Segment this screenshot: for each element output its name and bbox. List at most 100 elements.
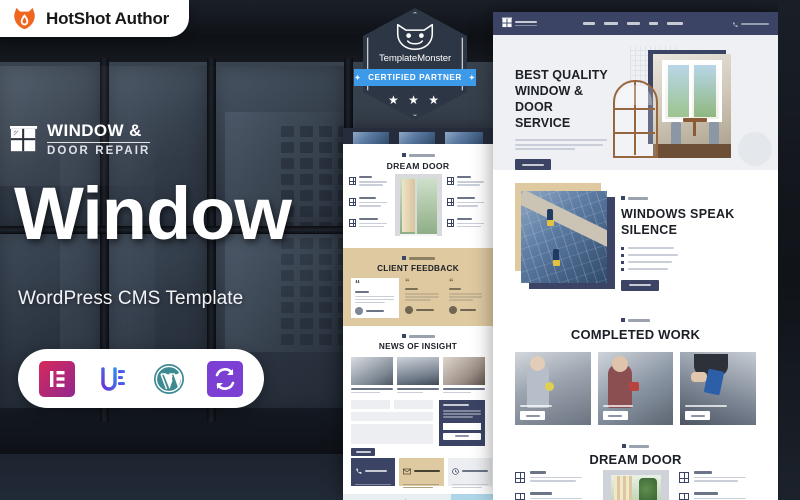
mockup-middle-page[interactable]: DREAM DOOR CLIENT FEEDBACK “ “ “ NEWS OF… [343, 128, 493, 500]
mid-dd-features-right [447, 176, 484, 228]
promo-subhead: WordPress CMS Template [18, 288, 244, 309]
right-dd-door-illustration [603, 470, 669, 500]
right-dd-feature[interactable] [679, 471, 746, 483]
nav-item-about[interactable] [627, 22, 640, 25]
info-card-phone[interactable] [351, 458, 395, 489]
nav-item-home[interactable] [583, 22, 595, 25]
right-navbar [493, 12, 778, 35]
bullet-item [621, 260, 741, 264]
mid-cf-card-active[interactable]: “ [351, 278, 399, 318]
jet-elements-icon [95, 360, 131, 397]
ribbon-star-right: ✦ [468, 74, 476, 82]
badge-ribbon: ✦ CERTIFIED PARTNER ✦ [354, 69, 476, 86]
bullet-item [621, 253, 741, 257]
right-nav-logo[interactable] [502, 15, 537, 33]
mid-cf-eyebrow [343, 256, 493, 260]
message-field[interactable] [351, 424, 433, 444]
window-pano-icon [515, 493, 525, 500]
mid-dd-feature[interactable] [349, 196, 387, 207]
mid-dd-feature[interactable] [447, 217, 484, 228]
elementor-icon [39, 360, 75, 397]
right-hero-cta[interactable] [515, 159, 551, 171]
right-about-copy: WINDOWS SPEAK SILENCE [621, 196, 741, 291]
mid-cf-card[interactable]: “ [449, 277, 482, 314]
right-dream-door-section: DREAM DOOR [493, 437, 778, 500]
right-cw-card[interactable] [680, 352, 757, 425]
bullet-item [621, 267, 741, 271]
window-pane-icon [502, 15, 512, 33]
brand-logo: WINDOW & DOOR REPAIR [10, 122, 151, 158]
nav-item-contact[interactable] [667, 22, 683, 25]
right-about-bullets [621, 246, 741, 271]
ribbon-star-left: ✦ [354, 74, 362, 82]
right-about-image [521, 191, 607, 283]
newsletter-submit-button[interactable] [443, 432, 481, 440]
plugin-badges [18, 349, 264, 408]
info-card-hours[interactable] [448, 458, 492, 489]
mid-dd-door-illustration [395, 174, 442, 236]
mid-dd-title: DREAM DOOR [386, 161, 450, 171]
avatar [449, 305, 457, 314]
submit-button[interactable] [351, 448, 375, 456]
mid-cf-title: CLIENT FEEDBACK [377, 264, 459, 273]
window-pane-icon [10, 125, 38, 155]
window-pano-icon [349, 197, 356, 206]
mid-dd-feature[interactable] [447, 176, 484, 186]
mid-dd-feature[interactable] [447, 196, 484, 207]
window-vintage-icon [447, 177, 454, 185]
right-cw-card[interactable] [515, 352, 591, 425]
mail-icon [403, 462, 412, 480]
right-about-eyebrow [621, 196, 741, 200]
mid-contact-section [343, 394, 493, 456]
right-cw-card[interactable] [597, 352, 674, 425]
right-dd-eyebrow [493, 444, 778, 448]
door-sliding-icon [447, 218, 454, 227]
mid-dream-door-section: DREAM DOOR [343, 144, 493, 248]
info-card-email[interactable] [399, 458, 444, 489]
mid-dd-feature[interactable] [349, 176, 387, 186]
right-about-cta[interactable] [621, 279, 659, 291]
right-nav-phone[interactable] [732, 15, 769, 33]
door-french-icon [679, 493, 689, 500]
mid-newsletter-box [439, 400, 485, 446]
mid-dd-eyebrow [343, 153, 493, 157]
email-field[interactable] [394, 400, 433, 409]
bullet-item [621, 246, 741, 250]
door-french-icon [447, 197, 454, 206]
brand-line-2: DOOR REPAIR [47, 142, 151, 158]
quote-mark: “ [405, 277, 410, 287]
mockup-right-page[interactable]: BEST QUALITY WINDOW & DOOR SERVICE WINDO… [493, 12, 778, 500]
right-dd-features-right [679, 471, 746, 500]
quote-mark: “ [449, 277, 454, 287]
badge-brand-label: TemplateMonster [378, 53, 452, 64]
mid-news-section: NEWS OF INSIGHT [343, 326, 493, 403]
mid-dd-feature[interactable] [349, 217, 387, 228]
mid-cf-card[interactable]: “ [405, 277, 439, 314]
newsletter-email-input[interactable] [443, 422, 481, 430]
name-field[interactable] [351, 400, 390, 409]
clock-icon [452, 462, 459, 480]
right-hero-circle-accent [738, 132, 772, 166]
right-nav-menu [583, 22, 683, 25]
right-hero-arched-window [613, 80, 658, 158]
right-dd-feature[interactable] [679, 492, 746, 500]
right-dd-feature[interactable] [515, 492, 582, 500]
mid-hero-strip [343, 128, 493, 144]
nav-item-pages[interactable] [604, 22, 618, 25]
mid-location-map[interactable] [343, 494, 493, 500]
right-about-title: WINDOWS SPEAK SILENCE [621, 207, 735, 238]
mid-info-cards [351, 458, 492, 489]
right-dd-feature[interactable] [515, 471, 582, 483]
window-bay-icon [349, 218, 356, 227]
right-dd-features-left [515, 471, 582, 500]
promo-headline: Window [14, 172, 292, 255]
right-hero-copy: BEST QUALITY WINDOW & DOOR SERVICE [515, 67, 615, 171]
window-single-icon [349, 177, 356, 185]
phone-field[interactable] [351, 412, 433, 421]
promo-banner: HotShot Author WINDOW & DOOR REPAIR Wind… [0, 0, 800, 500]
right-cw-grid [493, 352, 778, 425]
ribbon-label: CERTIFIED PARTNER [368, 73, 462, 82]
window-single-icon [515, 472, 525, 483]
nav-item-blog[interactable] [649, 22, 658, 25]
right-hero: BEST QUALITY WINDOW & DOOR SERVICE [493, 35, 778, 171]
